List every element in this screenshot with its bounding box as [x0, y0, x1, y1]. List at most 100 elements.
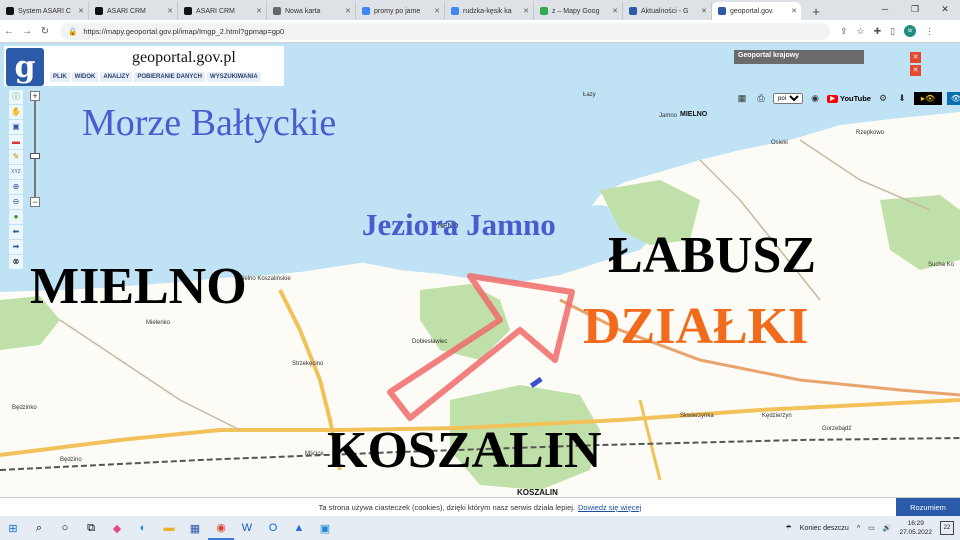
cookie-learn-more-link[interactable]: Dowiedz się więcej [578, 503, 641, 512]
clock[interactable]: 16:29 27.05.2022 [899, 519, 932, 537]
overlay-label-koszalin: KOSZALIN [327, 422, 602, 479]
browser-tab[interactable]: promy po jame ✕ [356, 2, 445, 20]
browser-tab[interactable]: ASARI CRM ✕ [89, 2, 178, 20]
tab-close-icon[interactable]: ✕ [167, 7, 173, 15]
help-icon[interactable]: ◉ [808, 93, 822, 105]
youtube-link[interactable]: ▶ YouTube [827, 93, 871, 105]
zoom-plus-button[interactable]: + [30, 91, 40, 101]
google-icon [451, 7, 459, 15]
tab-close-icon[interactable]: ✕ [256, 7, 262, 15]
network-icon[interactable]: ▭ [868, 524, 875, 532]
chrome-icon[interactable]: ◉ [208, 516, 234, 540]
sidepanel-icon[interactable]: ▯ [890, 26, 895, 37]
zoom-knob[interactable] [30, 153, 40, 159]
geoportal-logo[interactable]: g [6, 48, 44, 86]
tab-close-icon[interactable]: ✕ [791, 7, 797, 15]
language-select[interactable]: pol [773, 93, 803, 104]
menu-pobieranie-danych[interactable]: POBIERANIE DANYCH [134, 72, 206, 82]
print-icon[interactable]: ⎙ [754, 93, 768, 105]
browser-tab[interactable]: rudzka-kęsik ka ✕ [445, 2, 534, 20]
browser-tab-strip: System ASARI C ✕ ASARI CRM ✕ ASARI CRM ✕ Nowa … [0, 0, 960, 20]
volume-icon[interactable]: 🔊 [883, 524, 892, 532]
windows-start-icon[interactable]: ⊞ [0, 516, 26, 540]
grid-icon[interactable]: ▦ [735, 93, 749, 105]
tray-chevron-icon[interactable]: ^ [857, 525, 860, 532]
maximize-icon[interactable]: ❐ [900, 0, 930, 18]
outlook-icon[interactable]: O [260, 516, 286, 540]
zoom-in-icon[interactable]: ⊕ [9, 180, 23, 194]
cortana-icon[interactable]: ○ [52, 516, 78, 540]
search-icon[interactable]: ⌕ [26, 516, 52, 540]
address-bar[interactable]: 🔒 https://mapy.geoportal.gov.pl/imap/Img… [60, 22, 830, 40]
notification-center-icon[interactable]: 22 [940, 521, 954, 535]
share-icon[interactable]: ⇪ [840, 26, 848, 37]
reload-icon[interactable]: ↻ [36, 26, 54, 37]
extensions-icon[interactable]: ✚ [874, 26, 882, 37]
menu-wyszukiwania[interactable]: WYSZUKIWANIA [207, 72, 261, 82]
zoom-minus-button[interactable]: − [30, 197, 40, 207]
task-view-icon[interactable]: ⧉ [78, 516, 104, 540]
info-icon[interactable]: ⓘ [9, 90, 23, 104]
forward-icon[interactable]: → [18, 26, 36, 37]
tab-close-icon[interactable]: ✕ [701, 7, 707, 15]
back-arrow-icon[interactable]: ⬅ [9, 225, 23, 239]
profile-avatar[interactable]: w [904, 25, 917, 37]
menu-widok[interactable]: WIDOK [71, 72, 99, 82]
browser-tab[interactable]: Aktualności - G ✕ [623, 2, 712, 20]
new-tab-button[interactable]: + [807, 2, 825, 20]
tab-close-icon[interactable]: ✕ [434, 7, 440, 15]
menu-dots-icon[interactable]: ⋮ [925, 26, 934, 37]
file-explorer-icon[interactable]: ▬ [156, 516, 182, 540]
crosshair-icon[interactable]: ⊗ [9, 255, 23, 269]
settings-icon[interactable]: ⚙ [876, 93, 890, 105]
youtube-play-icon: ▶ [827, 94, 838, 103]
remote-desktop-icon[interactable]: ▣ [312, 516, 338, 540]
draw-pencil-icon[interactable]: ✎ [9, 150, 23, 164]
browser-tab[interactable]: ASARI CRM ✕ [178, 2, 267, 20]
browser-tab[interactable]: z – Mapy Goog ✕ [534, 2, 623, 20]
browser-tab[interactable]: System ASARI C ✕ [0, 2, 89, 20]
pan-hand-icon[interactable]: ✋ [9, 105, 23, 119]
photos-icon[interactable]: ▲ [286, 516, 312, 540]
tab-title: promy po jame [374, 7, 421, 15]
tab-close-icon[interactable]: ✕ [78, 7, 84, 15]
app-icon[interactable]: ◆ [104, 516, 130, 540]
zoom-slider[interactable]: + − [30, 91, 40, 209]
map-view[interactable]: Jamno MIELNO Mielno Koszalińskie Mielenk… [0, 43, 960, 497]
overlay-label-labusz: ŁABUSZ [608, 227, 817, 284]
menu-analizy[interactable]: ANALIZY [100, 72, 133, 82]
edge-icon[interactable]: ◐ [130, 516, 156, 540]
close-icon[interactable]: ✕ [910, 52, 921, 63]
zoom-rail[interactable] [30, 101, 40, 197]
forward-arrow-icon[interactable]: ➡ [9, 240, 23, 254]
download-icon[interactable]: ⬇ [895, 93, 909, 105]
close-icon[interactable]: ✕ [910, 65, 921, 76]
select-icon[interactable]: ▣ [9, 120, 23, 134]
tab-close-icon[interactable]: ✕ [612, 7, 618, 15]
zoom-out-icon[interactable]: ⊖ [9, 195, 23, 209]
browser-tab[interactable]: geoportal.gov. ✕ [712, 2, 801, 20]
tab-close-icon[interactable]: ✕ [523, 7, 529, 15]
browser-tab[interactable]: Nowa karta ✕ [267, 2, 356, 20]
place-label: Osieki [771, 140, 788, 146]
tab-close-icon[interactable]: ✕ [345, 7, 351, 15]
back-icon[interactable]: ← [0, 26, 18, 37]
minimize-icon[interactable]: ─ [870, 0, 900, 18]
globe-icon[interactable]: ● [9, 210, 23, 224]
delete-icon[interactable]: ▬ [9, 135, 23, 149]
word-icon[interactable]: W [234, 516, 260, 540]
tab-title: ASARI CRM [107, 7, 146, 15]
place-label: KOSZALIN [517, 488, 558, 497]
cookie-accept-button[interactable]: Rozumiem [896, 498, 960, 517]
weather-icon[interactable]: ☂ [786, 524, 792, 532]
address-toolbar: ← → ↻ 🔒 https://mapy.geoportal.gov.pl/im… [0, 20, 960, 43]
window-close-icon[interactable]: ✕ [930, 0, 960, 18]
weather-text[interactable]: Koniec deszczu [800, 525, 849, 532]
accessibility-contrast-icon[interactable]: ▸👁 [914, 92, 942, 105]
menu-plik[interactable]: PLIK [50, 72, 70, 82]
store-icon[interactable]: ▦ [182, 516, 208, 540]
scale-icon[interactable]: XYZ [9, 165, 23, 179]
accessibility-eye-icon[interactable]: 👁 [947, 92, 960, 105]
bookmark-star-icon[interactable]: ☆ [857, 26, 865, 37]
geoportal-krajowy-panel[interactable]: Geoportal krajowy [734, 50, 864, 64]
